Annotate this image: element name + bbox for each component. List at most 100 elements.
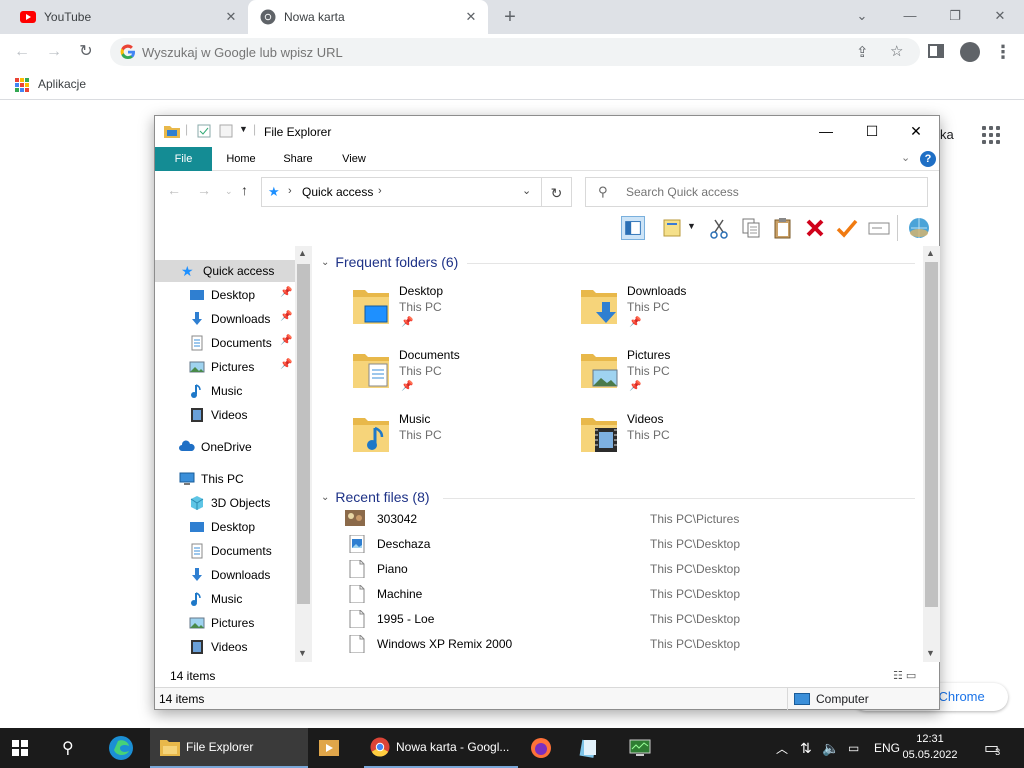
nav-pc-item-desktop[interactable]: Desktop — [155, 516, 295, 538]
tab-search-icon[interactable]: ⌄ — [848, 4, 876, 28]
close-tab-icon[interactable]: ✕ — [462, 8, 480, 26]
action-center-button[interactable]: ▭ 3 — [984, 728, 1000, 768]
scroll-down-icon[interactable]: ▼ — [298, 648, 307, 658]
delete-icon[interactable] — [803, 216, 827, 240]
minimize-button[interactable]: — — [803, 116, 849, 147]
scroll-up-icon[interactable]: ▲ — [926, 248, 935, 258]
back-arrow-icon[interactable]: ← — [167, 182, 181, 198]
nav-pc-item-pictures[interactable]: Pictures — [155, 612, 295, 634]
breadcrumb-quick-access[interactable]: Quick access — [302, 185, 373, 199]
copy-icon[interactable] — [739, 216, 763, 240]
search-input[interactable] — [626, 178, 916, 206]
google-apps-icon[interactable] — [982, 126, 1000, 144]
tab-youtube[interactable]: YouTube ✕ — [0, 0, 248, 34]
nav-pc-item-music[interactable]: Music — [155, 588, 295, 610]
forward-arrow-icon[interactable]: → — [197, 182, 211, 198]
taskbar-file-explorer[interactable]: File Explorer — [150, 728, 308, 768]
side-panel-icon[interactable] — [928, 44, 944, 58]
scroll-up-icon[interactable]: ▲ — [298, 248, 307, 258]
tab-view[interactable]: View — [331, 147, 377, 171]
frequent-folders-header[interactable]: ⌄ Frequent folders (6) — [321, 254, 458, 270]
search-button[interactable]: ⚲ — [62, 728, 86, 768]
clock[interactable]: 12:31 05.05.2022 — [900, 731, 960, 763]
breadcrumb-chevron-icon[interactable]: › — [378, 185, 382, 197]
notepad-button[interactable] — [578, 728, 606, 768]
recent-file-row[interactable]: Deschaza This PC\Desktop — [345, 531, 915, 556]
profile-avatar-icon[interactable] — [960, 42, 980, 62]
expand-ribbon-icon[interactable]: ⌄ — [901, 151, 910, 164]
new-folder-icon[interactable] — [219, 124, 233, 138]
search-box[interactable]: ⚲ — [585, 177, 928, 207]
globe-icon[interactable] — [907, 216, 931, 240]
back-icon[interactable]: ← — [8, 38, 36, 66]
folder-tile-music[interactable]: Music This PC — [351, 410, 571, 462]
hidden-icons-chevron[interactable]: ︿ — [776, 728, 788, 768]
refresh-icon[interactable]: ↻ — [542, 177, 572, 207]
minimize-icon[interactable]: — — [896, 4, 924, 28]
checkmark-icon[interactable] — [835, 216, 859, 240]
task-manager-button[interactable] — [628, 728, 656, 768]
close-window-icon[interactable]: ✕ — [986, 4, 1014, 28]
menu-kebab-icon[interactable]: ⋮ — [994, 38, 1012, 66]
recent-file-row[interactable]: Piano This PC\Desktop — [345, 556, 915, 581]
rename-icon[interactable] — [867, 216, 891, 240]
views-icon[interactable] — [661, 216, 685, 240]
start-button[interactable] — [12, 728, 36, 768]
media-player-button[interactable] — [318, 728, 346, 768]
recent-file-row[interactable]: Windows XP Remix 2000 This PC\Desktop — [345, 631, 915, 656]
taskbar-chrome[interactable]: Nowa karta - Googl... — [364, 728, 518, 768]
content-scrollbar[interactable]: ▲ ▼ — [923, 246, 940, 662]
tab-share[interactable]: Share — [275, 147, 321, 171]
pin-icon[interactable]: 📌 — [280, 311, 292, 322]
recent-files-header[interactable]: ⌄ Recent files (8) — [321, 489, 430, 505]
recent-file-row[interactable]: 1995 - Loe This PC\Desktop — [345, 606, 915, 631]
language-indicator[interactable]: ENG — [874, 728, 900, 768]
tab-home[interactable]: Home — [217, 147, 265, 171]
view-toggle-icons[interactable]: ☷ ▭ — [893, 669, 916, 682]
omnibox-input[interactable] — [142, 38, 822, 66]
firefox-button[interactable] — [530, 728, 558, 768]
nav-item-videos[interactable]: Videos — [155, 404, 295, 426]
forward-icon[interactable]: → — [40, 38, 68, 66]
nav-pc-item-downloads[interactable]: Downloads — [155, 564, 295, 586]
scroll-thumb[interactable] — [925, 262, 938, 607]
nav-quick-access[interactable]: ★ Quick access — [155, 260, 295, 282]
preview-pane-icon[interactable] — [621, 216, 645, 240]
edge-button[interactable] — [108, 728, 138, 768]
nav-scrollbar[interactable]: ▲ ▼ — [295, 246, 312, 662]
folder-tile-pictures[interactable]: Pictures This PC 📌 — [579, 346, 799, 398]
properties-icon[interactable] — [197, 124, 211, 138]
folder-tile-desktop[interactable]: Desktop This PC 📌 — [351, 282, 571, 334]
maximize-button[interactable]: ☐ — [849, 116, 895, 147]
nav-pc-item-3d-objects[interactable]: 3D Objects — [155, 492, 295, 514]
close-button[interactable]: ✕ — [893, 116, 939, 147]
tab-new-tab[interactable]: Nowa karta ✕ — [248, 0, 488, 34]
nav-item-documents[interactable]: Documents 📌 — [155, 332, 295, 354]
customize-qat-icon[interactable]: ▼ — [239, 124, 248, 134]
nav-item-pictures[interactable]: Pictures 📌 — [155, 356, 295, 378]
omnibox[interactable]: ⇪ ☆ — [110, 38, 920, 66]
paste-icon[interactable] — [771, 216, 795, 240]
tab-file[interactable]: File — [155, 147, 212, 171]
nav-this-pc[interactable]: This PC — [155, 468, 295, 490]
share-icon[interactable]: ⇪ — [856, 43, 869, 61]
google-header-link[interactable]: ka — [940, 127, 954, 142]
display-icon[interactable]: ▭ — [848, 728, 859, 768]
close-tab-icon[interactable]: ✕ — [222, 8, 240, 26]
volume-icon[interactable]: 🔈 — [822, 728, 839, 768]
recent-file-row[interactable]: 303042 This PC\Pictures — [345, 506, 915, 531]
folder-tile-videos[interactable]: Videos This PC — [579, 410, 799, 462]
nav-item-desktop[interactable]: Desktop 📌 — [155, 284, 295, 306]
scroll-thumb[interactable] — [297, 264, 310, 604]
scroll-down-icon[interactable]: ▼ — [926, 648, 935, 658]
help-icon[interactable]: ? — [920, 151, 936, 167]
recent-locations-icon[interactable]: ⌄ — [225, 186, 233, 197]
nav-item-music[interactable]: Music — [155, 380, 295, 402]
nav-item-downloads[interactable]: Downloads 📌 — [155, 308, 295, 330]
collapse-chevron-icon[interactable]: ⌄ — [321, 257, 329, 268]
folder-tile-documents[interactable]: Documents This PC 📌 — [351, 346, 571, 398]
cut-icon[interactable] — [707, 216, 731, 240]
bookmark-apps[interactable]: Aplikacje — [38, 77, 86, 91]
pin-icon[interactable]: 📌 — [280, 335, 292, 346]
address-dropdown-icon[interactable]: ⌄ — [522, 184, 531, 197]
